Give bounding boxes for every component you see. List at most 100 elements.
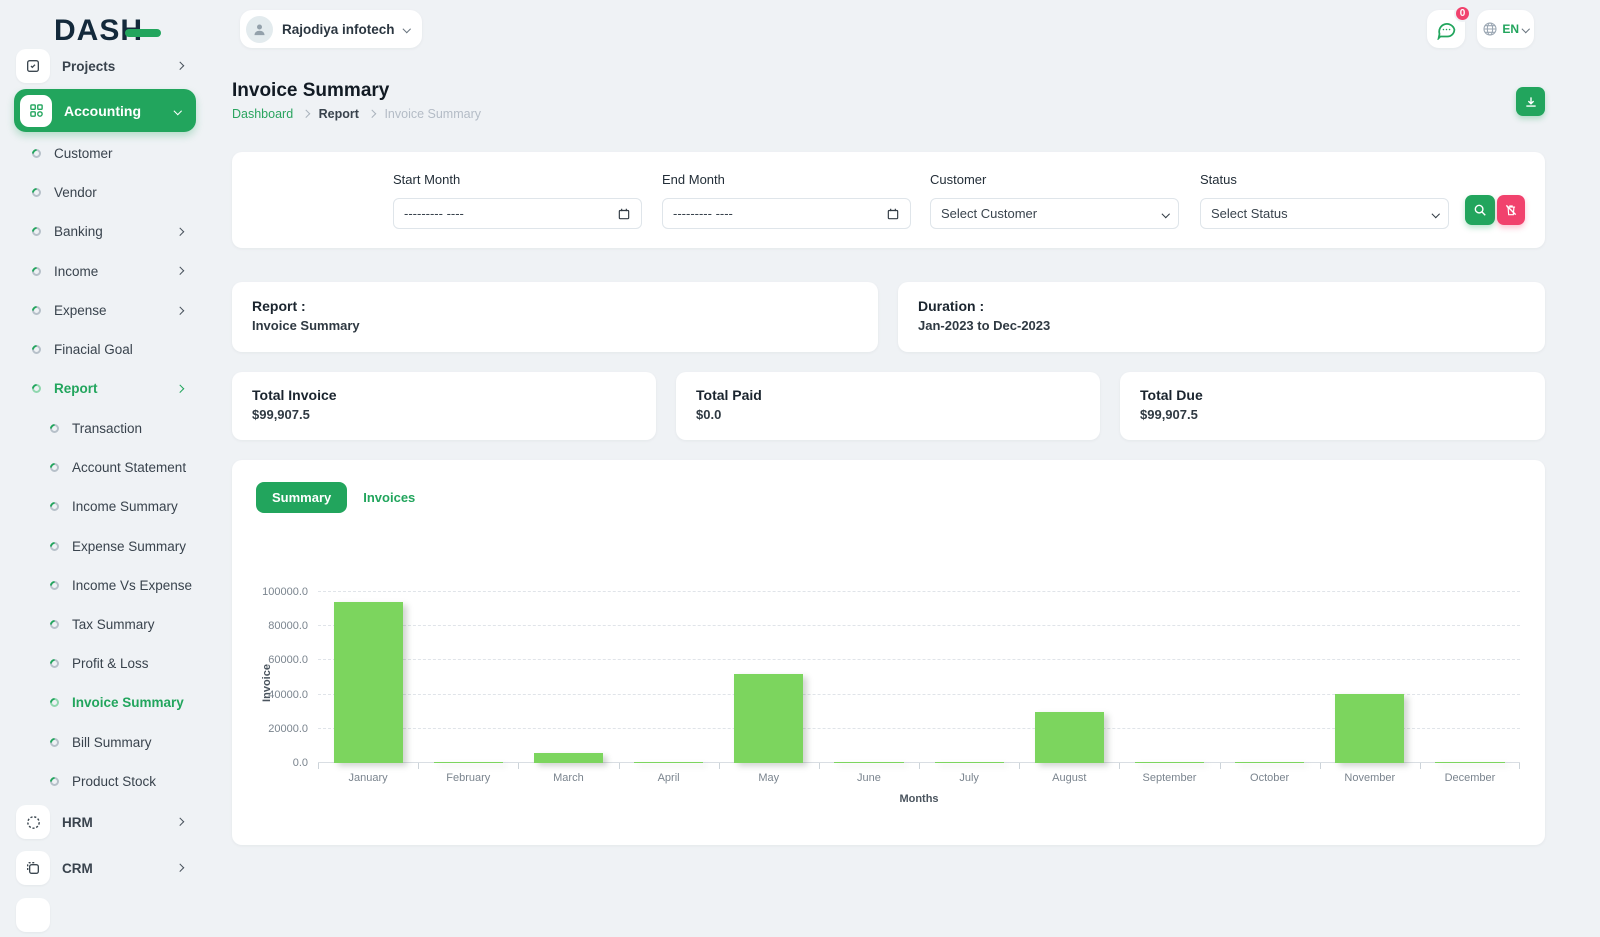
sidebar-item-label: Bill Summary [72,735,152,750]
chevron-down-icon [173,107,181,115]
bullet-icon [30,147,43,160]
bullet-icon [48,461,61,474]
sidebar-item-banking[interactable]: Banking [0,212,212,251]
hrm-icon [16,805,50,839]
chevron-right-icon [175,267,183,275]
chart-bar-june [834,762,903,764]
chart-card: Summary Invoices Invoice Months 0.020000… [232,460,1545,845]
sidebar-item-invoice-summary[interactable]: Invoice Summary [0,683,212,722]
bullet-icon [48,775,61,788]
report-value: Invoice Summary [252,318,858,333]
bullet-icon [30,304,43,317]
start-month-input[interactable]: --------- ---- [393,198,642,229]
report-label: Report : [252,298,858,314]
company-switcher[interactable]: Rajodiya infotech [240,10,422,48]
sidebar-item-income[interactable]: Income [0,252,212,291]
messages-button[interactable]: 0 [1427,10,1465,48]
total-invoice-value: $99,907.5 [252,407,636,422]
sidebar-item-expense[interactable]: Expense [0,291,212,330]
y-tick-label: 20000.0 [268,723,308,735]
bullet-icon [48,697,61,710]
chart-bar-october [1235,762,1304,764]
sidebar-item-label: Expense [54,303,107,318]
bar-slot: December [1420,572,1520,763]
end-month-label: End Month [662,172,911,187]
total-due-label: Total Due [1140,387,1525,403]
x-tick-label: August [1052,772,1086,784]
y-tick-label: 0.0 [293,757,308,769]
total-paid-label: Total Paid [696,387,1080,403]
sidebar-item-income-summary[interactable]: Income Summary [0,487,212,526]
sidebar-item-projects[interactable]: Projects [0,44,212,88]
x-tick-label: February [446,772,490,784]
chevron-down-icon [1522,25,1530,33]
bullet-icon [30,265,43,278]
sidebar-item-profit-loss[interactable]: Profit & Loss [0,644,212,683]
x-tick-label: November [1344,772,1395,784]
y-tick-label: 80000.0 [268,620,308,632]
customer-select[interactable]: Select Customer [930,198,1179,229]
end-month-input[interactable]: --------- ---- [662,198,911,229]
breadcrumb-dashboard[interactable]: Dashboard [232,107,293,121]
sidebar-item-bill-summary[interactable]: Bill Summary [0,723,212,762]
start-month-value: --------- ---- [404,206,464,221]
reset-filter-button[interactable] [1497,195,1525,225]
crm-icon [16,851,50,885]
chart-bar-july [935,762,1004,764]
sidebar-item-crm[interactable]: CRM [0,846,212,890]
sidebar-item-label: Account Statement [72,460,186,475]
avatar [246,16,273,43]
sidebar-item-finacial-goal[interactable]: Finacial Goal [0,330,212,369]
bullet-icon [48,579,61,592]
sidebar-item-report[interactable]: Report [0,369,212,408]
status-label: Status [1200,172,1449,187]
bar-slot: October [1220,572,1320,763]
status-select[interactable]: Select Status [1200,198,1449,229]
sidebar-item-expense-summary[interactable]: Expense Summary [0,527,212,566]
sidebar-item-product-stock[interactable]: Product Stock [0,762,212,801]
sidebar-item-income-vs-expense[interactable]: Income Vs Expense [0,566,212,605]
total-paid-card: Total Paid $0.0 [676,372,1100,440]
sidebar-item-label: Transaction [72,421,142,436]
sidebar-item-label: Income Vs Expense [72,578,192,593]
chart-bar-november [1335,694,1404,763]
chart-bar-august [1035,712,1104,763]
duration-card: Duration : Jan-2023 to Dec-2023 [898,282,1545,352]
sidebar-item-account-statement[interactable]: Account Statement [0,448,212,487]
projects-icon [16,49,50,83]
bar-slot: January [318,572,418,763]
bar-slot: August [1019,572,1119,763]
x-axis-title: Months [899,793,938,805]
sidebar-item-customer[interactable]: Customer [0,134,212,173]
bars-container: JanuaryFebruaryMarchAprilMayJuneJulyAugu… [318,572,1520,763]
x-tick-label: October [1250,772,1289,784]
sidebar-item-accounting[interactable]: Accounting [14,89,196,132]
language-selector[interactable]: EN [1477,10,1534,48]
bar-slot: June [819,572,919,763]
customer-group: Customer Select Customer [930,172,1179,229]
download-report-button[interactable] [1516,87,1545,116]
accounting-icon [20,95,52,127]
sidebar-item-tax-summary[interactable]: Tax Summary [0,605,212,644]
chevron-right-icon [175,864,183,872]
sidebar-item-label: Income [54,264,98,279]
bar-slot: July [919,572,1019,763]
sidebar-item-hrm[interactable]: HRM [0,800,212,844]
breadcrumb-separator-icon [368,110,376,118]
bullet-icon [48,501,61,514]
bullet-icon [48,618,61,631]
tab-invoices[interactable]: Invoices [363,490,415,505]
x-tick-label: May [758,772,779,784]
bar-slot: November [1320,572,1420,763]
apply-filter-button[interactable] [1465,195,1495,225]
start-month-group: Start Month --------- ---- [393,172,642,229]
start-month-label: Start Month [393,172,642,187]
x-tick-label: January [349,772,388,784]
chart-bar-march [534,753,603,763]
chevron-right-icon [175,306,183,314]
sidebar-item-transaction[interactable]: Transaction [0,409,212,448]
breadcrumb-report[interactable]: Report [319,107,359,121]
sidebar-item-vendor[interactable]: Vendor [0,173,212,212]
end-month-group: End Month --------- ---- [662,172,911,229]
tab-summary[interactable]: Summary [256,482,347,513]
